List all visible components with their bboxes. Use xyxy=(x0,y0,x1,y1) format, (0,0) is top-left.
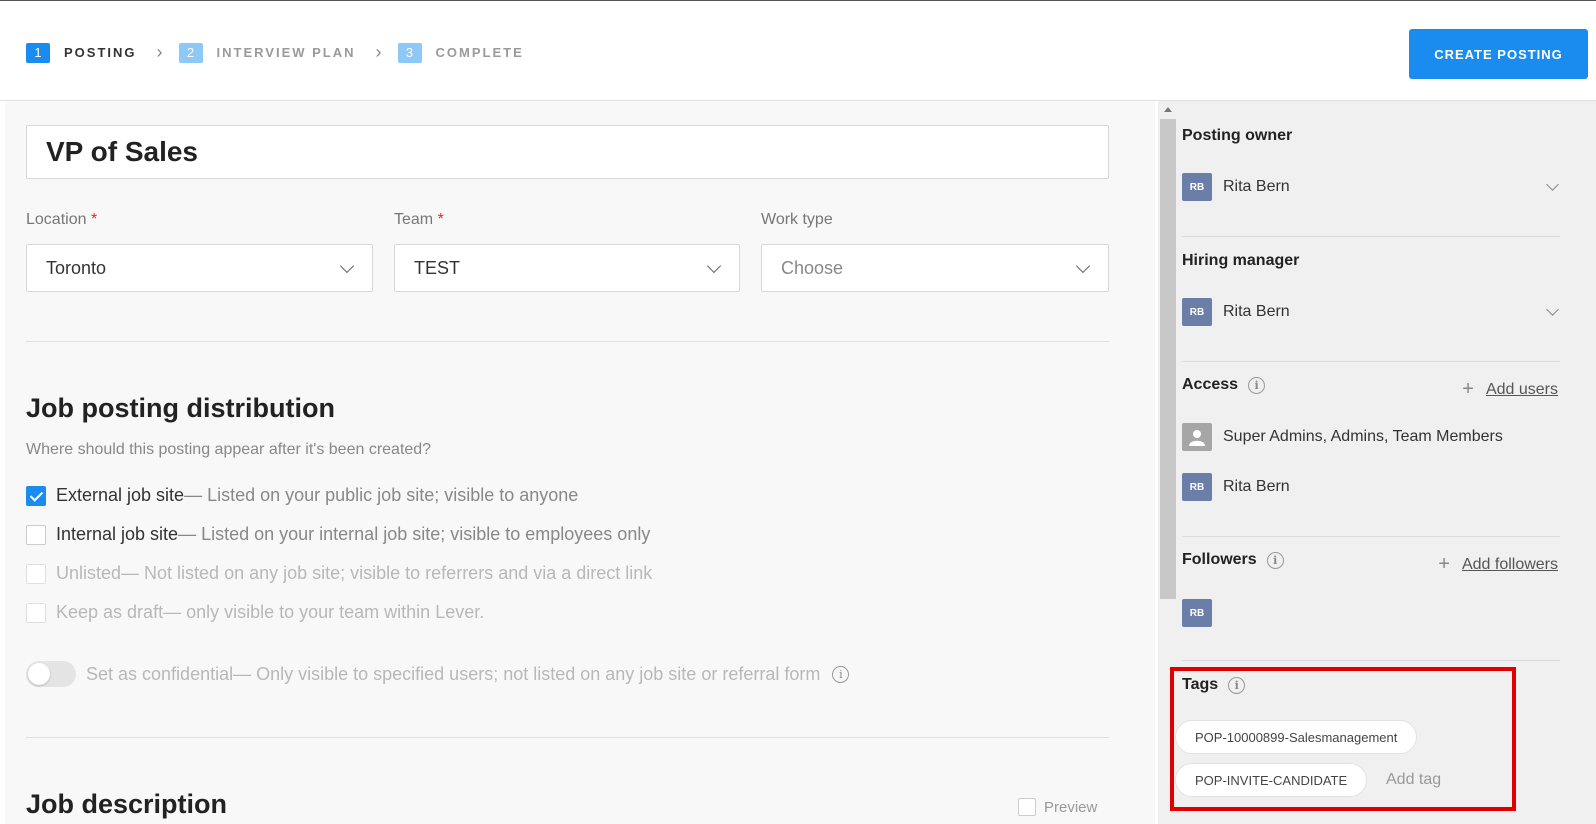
preview-toggle[interactable]: Preview xyxy=(1018,798,1097,816)
info-icon[interactable]: i xyxy=(1248,376,1266,394)
chevron-down-icon xyxy=(1075,258,1091,274)
team-label: Team * xyxy=(394,211,444,228)
add-users-link[interactable]: + Add users xyxy=(1462,378,1558,401)
avatar: RB xyxy=(1182,173,1212,201)
checkbox[interactable] xyxy=(1018,798,1036,816)
followers-list: RB xyxy=(1182,599,1223,627)
option-name: Keep as draft xyxy=(56,602,164,622)
access-user: RB Rita Bern xyxy=(1182,473,1290,501)
tag-chip[interactable]: POP-INVITE-CANDIDATE xyxy=(1175,763,1368,797)
divider xyxy=(26,341,1109,342)
step-label: COMPLETE xyxy=(435,45,524,60)
add-followers-link[interactable]: + Add followers xyxy=(1438,553,1558,576)
create-posting-button[interactable]: CREATE POSTING xyxy=(1409,29,1588,79)
checkbox[interactable] xyxy=(26,563,46,584)
work-type-label: Work type xyxy=(761,211,833,228)
divider xyxy=(1182,536,1560,537)
team-select[interactable]: TEST xyxy=(394,244,740,292)
divider xyxy=(1182,236,1560,237)
divider xyxy=(1182,660,1560,661)
chevron-down-icon[interactable] xyxy=(1546,303,1559,316)
plus-icon: + xyxy=(1462,378,1474,400)
hiring-manager-name: Rita Bern xyxy=(1223,303,1290,320)
access-groups-text: Super Admins, Admins, Team Members xyxy=(1223,428,1503,445)
option-description: — Only visible to specified users; not l… xyxy=(233,663,821,684)
checkbox[interactable] xyxy=(26,485,46,506)
access-groups: Super Admins, Admins, Team Members xyxy=(1182,423,1503,451)
info-icon[interactable]: i xyxy=(1266,551,1284,569)
step-number: 3 xyxy=(397,42,422,63)
followers-heading: Followers i xyxy=(1182,551,1284,569)
posting-owner-heading: Posting owner xyxy=(1182,127,1293,144)
progress-steps: 1 POSTING › 2 INTERVIEW PLAN › 3 COMPLET… xyxy=(26,42,524,63)
step-number: 1 xyxy=(26,42,50,63)
chevron-down-icon xyxy=(706,258,722,274)
plus-icon: + xyxy=(1438,553,1450,575)
chevron-right-icon: › xyxy=(156,42,163,62)
add-tag-input[interactable]: Add tag xyxy=(1386,771,1441,789)
access-heading: Access i xyxy=(1182,376,1266,394)
chevron-down-icon xyxy=(339,258,355,274)
step-label: POSTING xyxy=(64,45,137,60)
option-unlisted[interactable]: Unlisted — Not listed on any job site; v… xyxy=(26,563,652,584)
divider xyxy=(26,737,1109,738)
option-name: Unlisted xyxy=(56,563,122,583)
tag-chip[interactable]: POP-10000899-Salesmanagement xyxy=(1175,720,1418,754)
chevron-down-icon[interactable] xyxy=(1546,178,1559,191)
posting-owner-name: Rita Bern xyxy=(1223,178,1290,195)
option-name: External job site xyxy=(56,485,185,505)
distribution-subheading: Where should this posting appear after i… xyxy=(26,441,432,458)
posting-owner-select[interactable]: RB Rita Bern xyxy=(1182,173,1290,201)
confidential-row: Set as confidential — Only visible to sp… xyxy=(26,661,850,687)
step-complete[interactable]: 3 COMPLETE xyxy=(397,42,524,63)
team-value: TEST xyxy=(414,258,461,278)
location-select[interactable]: Toronto xyxy=(26,244,373,292)
checkbox[interactable] xyxy=(26,602,46,623)
scroll-thumb[interactable] xyxy=(1160,119,1176,599)
location-label: Location * xyxy=(26,211,98,228)
distribution-heading: Job posting distribution xyxy=(26,393,335,423)
step-number: 2 xyxy=(178,42,203,63)
job-description-heading: Job description xyxy=(26,789,228,819)
hiring-manager-select[interactable]: RB Rita Bern xyxy=(1182,298,1290,326)
avatar: RB xyxy=(1182,473,1212,501)
sidebar: Posting owner RB Rita Bern Hiring manage… xyxy=(1170,101,1596,824)
posting-title-input[interactable]: VP of Sales xyxy=(26,125,1109,179)
user-icon xyxy=(1182,423,1212,451)
work-type-value: Choose xyxy=(781,258,844,278)
scroll-up-icon[interactable] xyxy=(1164,107,1172,112)
divider xyxy=(1182,361,1560,362)
top-bar: 1 POSTING › 2 INTERVIEW PLAN › 3 COMPLET… xyxy=(0,0,1596,101)
tags-heading: Tags i xyxy=(1182,676,1246,694)
avatar[interactable]: RB xyxy=(1182,599,1212,627)
option-draft[interactable]: Keep as draft — only visible to your tea… xyxy=(26,602,484,623)
toggle-knob xyxy=(28,663,50,685)
option-description: — Listed on your internal job site; visi… xyxy=(178,524,651,544)
chevron-right-icon: › xyxy=(375,42,382,62)
work-type-select[interactable]: Choose xyxy=(761,244,1109,292)
posting-form: VP of Sales Location * Toronto Team * TE… xyxy=(5,101,1155,824)
option-internal[interactable]: Internal job site — Listed on your inter… xyxy=(26,524,650,545)
hiring-manager-heading: Hiring manager xyxy=(1182,252,1300,269)
step-posting[interactable]: 1 POSTING xyxy=(26,42,137,63)
option-name: Internal job site xyxy=(56,524,179,544)
info-icon[interactable]: i xyxy=(832,665,850,683)
option-external[interactable]: External job site — Listed on your publi… xyxy=(26,485,578,506)
option-description: — only visible to your team within Lever… xyxy=(163,602,485,622)
access-user-name: Rita Bern xyxy=(1223,478,1290,495)
avatar: RB xyxy=(1182,298,1212,326)
checkbox[interactable] xyxy=(26,524,46,545)
option-name: Set as confidential xyxy=(86,663,234,684)
info-icon[interactable]: i xyxy=(1228,676,1246,694)
step-label: INTERVIEW PLAN xyxy=(216,45,356,60)
confidential-toggle[interactable] xyxy=(26,661,76,687)
location-value: Toronto xyxy=(46,258,107,278)
option-description: — Listed on your public job site; visibl… xyxy=(184,485,579,505)
preview-label: Preview xyxy=(1044,798,1098,816)
step-interview-plan[interactable]: 2 INTERVIEW PLAN xyxy=(178,42,356,63)
option-description: — Not listed on any job site; visible to… xyxy=(121,563,653,583)
